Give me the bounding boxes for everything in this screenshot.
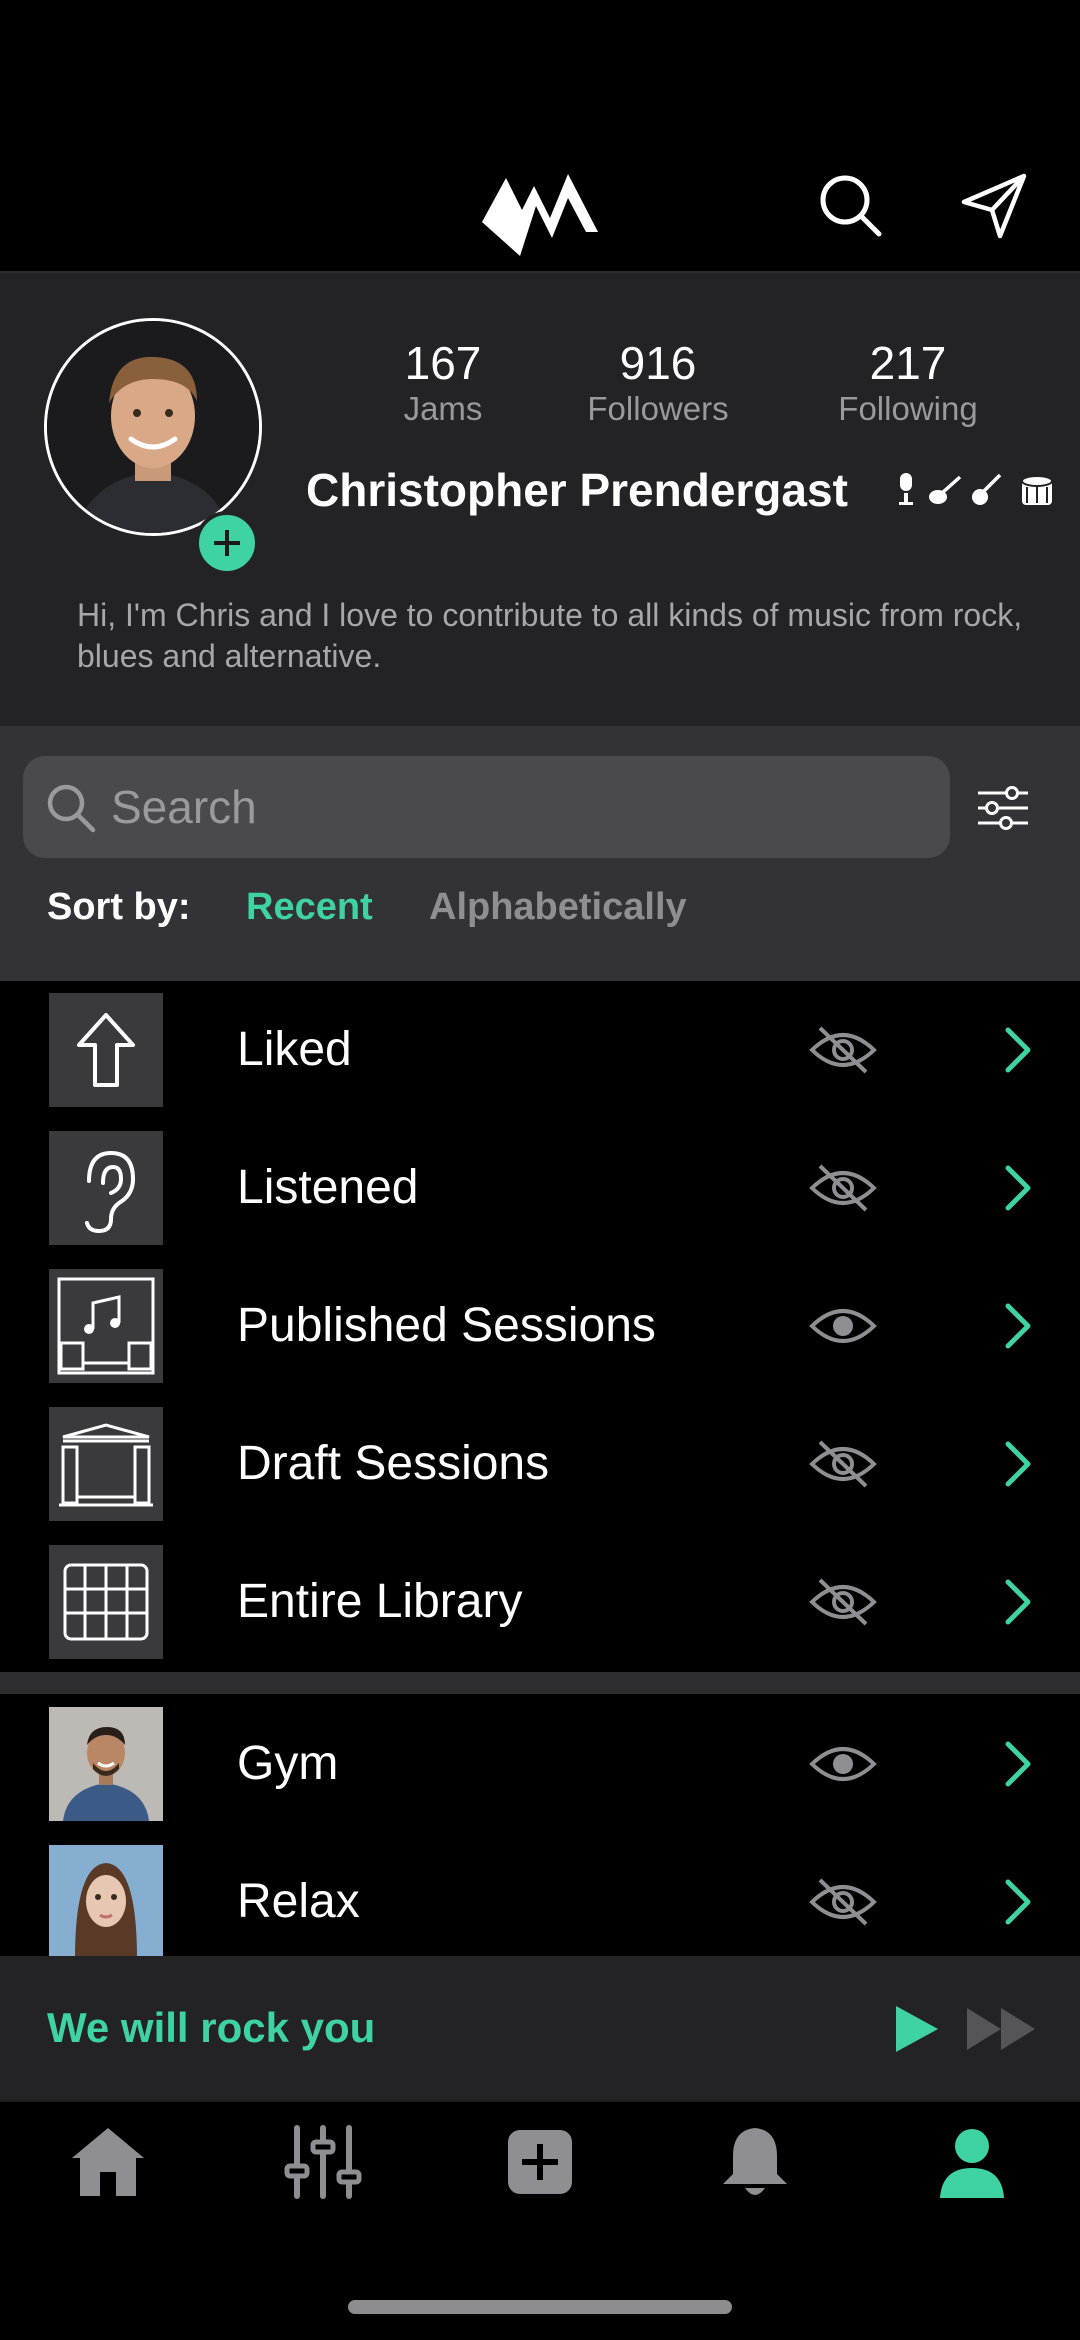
eye-slash-icon[interactable]	[808, 1436, 878, 1492]
chevron-right-icon[interactable]	[998, 1877, 1038, 1927]
sort-option-recent[interactable]: Recent	[246, 886, 373, 929]
profile-bio: Hi, I'm Chris and I love to contribute t…	[77, 597, 1023, 674]
profile-header: 167 Jams 916 Followers 217 Following Chr…	[0, 271, 1080, 726]
chevron-right-icon[interactable]	[998, 1577, 1038, 1627]
library-grid-icon	[63, 1563, 149, 1641]
fast-forward-icon[interactable]	[965, 2006, 1037, 2052]
following-count: 217	[869, 337, 947, 389]
draft-sessions-thumbnail	[49, 1407, 163, 1521]
list-item-listened[interactable]: Listened	[0, 1119, 1080, 1257]
playlist-item-gym[interactable]: Gym	[0, 1695, 1080, 1833]
stat-following[interactable]: 217 Following	[808, 337, 1008, 429]
list-item-label: Relax	[237, 1875, 360, 1928]
eye-icon[interactable]	[808, 1736, 878, 1792]
playlist-item-relax[interactable]: Relax	[0, 1833, 1080, 1956]
acoustic-guitar-icon	[972, 473, 1002, 505]
top-bar	[0, 0, 1080, 271]
chevron-right-icon[interactable]	[998, 1025, 1038, 1075]
chevron-right-icon[interactable]	[998, 1301, 1038, 1351]
bell-icon[interactable]	[715, 2122, 795, 2202]
list-item-label: Liked	[237, 1023, 352, 1076]
list-item-label: Listened	[237, 1161, 419, 1214]
list-item-entire-library[interactable]: Entire Library	[0, 1533, 1080, 1671]
followers-count: 916	[619, 337, 697, 389]
drum-icon	[1021, 475, 1053, 505]
instrument-icons	[899, 473, 1053, 505]
chevron-right-icon[interactable]	[998, 1739, 1038, 1789]
entire-library-thumbnail	[49, 1545, 163, 1659]
stage-icon	[59, 1423, 153, 1507]
chevron-right-icon[interactable]	[998, 1163, 1038, 1213]
search-icon[interactable]	[815, 170, 885, 240]
arrow-up-icon	[77, 1013, 135, 1087]
sort-label: Sort by:	[47, 886, 191, 928]
ear-icon	[85, 1150, 136, 1234]
followers-label: Followers	[587, 390, 729, 427]
profile-name: Christopher Prendergast	[306, 464, 848, 516]
send-icon[interactable]	[958, 170, 1030, 242]
eye-slash-icon[interactable]	[808, 1574, 878, 1630]
eye-slash-icon[interactable]	[808, 1874, 878, 1930]
filter-icon[interactable]	[976, 781, 1030, 835]
home-indicator[interactable]	[348, 2300, 732, 2314]
avatar[interactable]	[44, 318, 262, 575]
profile-icon[interactable]	[932, 2122, 1012, 2202]
eye-slash-icon[interactable]	[808, 1022, 878, 1078]
app-logo	[482, 174, 598, 256]
stat-followers[interactable]: 916 Followers	[558, 337, 758, 429]
list-item-label: Gym	[237, 1737, 339, 1790]
home-icon[interactable]	[68, 2122, 148, 2202]
electric-guitar-icon	[929, 475, 962, 504]
jams-count: 167	[404, 337, 482, 389]
listened-thumbnail	[49, 1131, 163, 1245]
library-list: Liked Listened Published Sessions Draft …	[0, 981, 1080, 1956]
sort-option-alphabetically[interactable]: Alphabetically	[429, 886, 687, 929]
play-icon[interactable]	[892, 2004, 940, 2054]
search-input[interactable]	[111, 756, 931, 858]
search-section: Sort by: Recent Alphabetically	[0, 726, 1080, 981]
list-item-label: Published Sessions	[237, 1299, 656, 1352]
now-playing-title[interactable]: We will rock you	[47, 1956, 375, 2100]
relax-thumbnail	[49, 1845, 163, 1956]
mixer-icon[interactable]	[283, 2122, 363, 2202]
list-item-liked[interactable]: Liked	[0, 981, 1080, 1119]
avatar-photo	[44, 318, 262, 536]
chevron-right-icon[interactable]	[998, 1439, 1038, 1489]
jams-label: Jams	[403, 390, 483, 427]
stage-speakers-icon	[57, 1277, 155, 1375]
add-photo-button[interactable]	[195, 511, 259, 575]
stat-jams[interactable]: 167 Jams	[343, 337, 543, 429]
list-item-draft-sessions[interactable]: Draft Sessions	[0, 1395, 1080, 1533]
microphone-icon	[899, 473, 913, 505]
list-item-label: Entire Library	[237, 1575, 523, 1628]
eye-slash-icon[interactable]	[808, 1160, 878, 1216]
list-item-published-sessions[interactable]: Published Sessions	[0, 1257, 1080, 1395]
gym-thumbnail	[49, 1707, 163, 1821]
eye-icon[interactable]	[808, 1298, 878, 1354]
plus-icon	[214, 530, 240, 556]
following-label: Following	[838, 390, 978, 427]
search-bar[interactable]	[23, 756, 950, 858]
list-item-label: Draft Sessions	[237, 1437, 550, 1490]
published-sessions-thumbnail	[49, 1269, 163, 1383]
mini-player[interactable]: We will rock you	[0, 1956, 1080, 2100]
section-divider	[0, 1672, 1080, 1694]
liked-thumbnail	[49, 993, 163, 1107]
add-icon[interactable]	[500, 2122, 580, 2202]
search-icon	[47, 784, 96, 833]
